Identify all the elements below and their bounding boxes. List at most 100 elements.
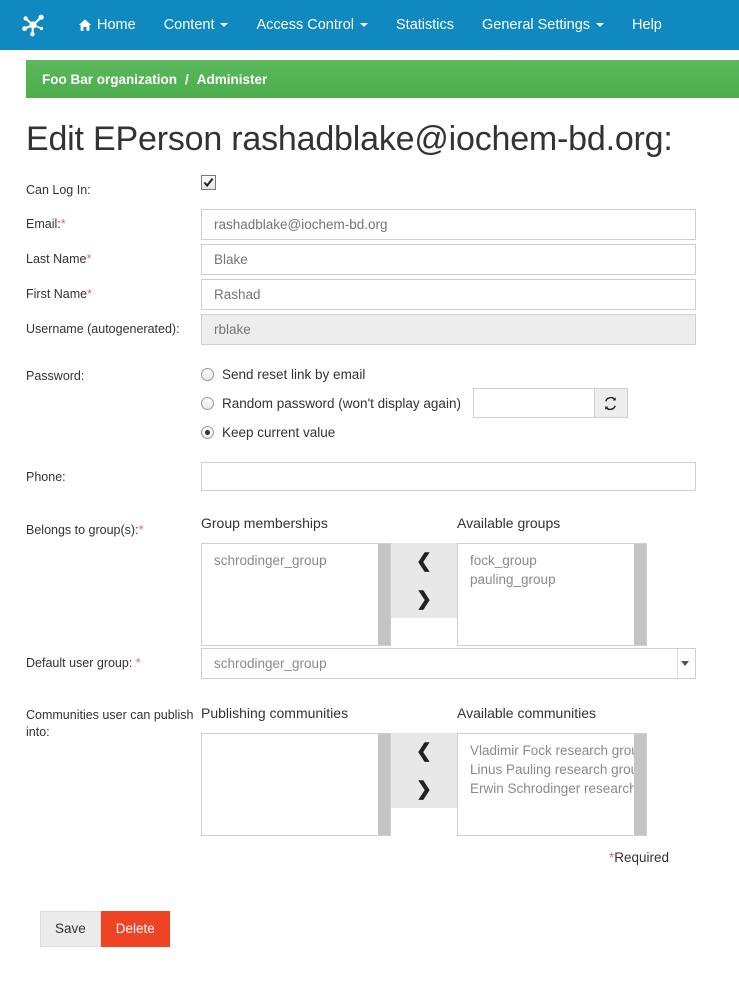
nav-item-access-control[interactable]: Access Control bbox=[242, 0, 382, 50]
scrollbar[interactable] bbox=[634, 543, 646, 645]
chevron-left-icon[interactable]: ❮ bbox=[410, 550, 438, 573]
nav-item-statistics[interactable]: Statistics bbox=[382, 0, 468, 50]
groups-dual-list-picker: Group memberships schrodinger_group ❮ ❯ … bbox=[201, 515, 713, 646]
nav-item-general-settings-label: General Settings bbox=[482, 17, 591, 33]
chevron-right-icon[interactable]: ❯ bbox=[410, 778, 438, 801]
radio-keep-current-label: Keep current value bbox=[222, 424, 336, 440]
nav-item-content-label: Content bbox=[163, 17, 215, 33]
chevron-left-icon[interactable]: ❮ bbox=[410, 740, 438, 763]
publishing-communities-listbox[interactable] bbox=[201, 732, 391, 836]
last-name-input[interactable] bbox=[201, 243, 696, 275]
required-note-text: Required bbox=[614, 849, 669, 865]
chevron-down-icon bbox=[360, 23, 368, 27]
required-star: * bbox=[135, 655, 141, 670]
password-option-reset-link[interactable]: Send reset link by email bbox=[201, 361, 713, 388]
scrollbar[interactable] bbox=[634, 733, 646, 835]
first-name-label: First Name* bbox=[26, 279, 201, 303]
list-item[interactable]: Linus Pauling research group bbox=[458, 760, 646, 779]
refresh-icon[interactable] bbox=[594, 388, 628, 419]
scrollbar[interactable] bbox=[378, 543, 390, 645]
default-user-group-select[interactable]: schrodinger_group bbox=[201, 647, 696, 679]
radio-random-password[interactable] bbox=[201, 396, 214, 410]
password-option-keep[interactable]: Keep current value bbox=[201, 419, 713, 446]
group-memberships-listbox[interactable]: schrodinger_group bbox=[201, 542, 391, 646]
random-password-input[interactable] bbox=[472, 388, 595, 419]
radio-reset-link-label: Send reset link by email bbox=[222, 366, 366, 382]
email-label-text: Email: bbox=[26, 216, 61, 231]
available-communities-column: Available communities Vladimir Fock rese… bbox=[457, 705, 647, 836]
last-name-label-text: Last Name bbox=[26, 251, 87, 266]
email-input[interactable] bbox=[201, 208, 696, 240]
available-groups-column: Available groups fock_group pauling_grou… bbox=[457, 515, 647, 646]
chevron-down-icon bbox=[681, 661, 689, 667]
field-row-first-name: First Name* bbox=[26, 278, 713, 310]
last-name-label: Last Name* bbox=[26, 244, 201, 268]
publishing-communities-header: Publishing communities bbox=[201, 704, 349, 721]
groups-label: Belongs to group(s):* bbox=[26, 515, 201, 539]
molecule-logo-icon[interactable] bbox=[18, 10, 48, 40]
chevron-down-icon bbox=[596, 23, 605, 27]
field-row-default-group: Default user group: * schrodinger_group bbox=[26, 647, 713, 679]
phone-input[interactable] bbox=[201, 461, 696, 491]
list-item[interactable]: pauling_group bbox=[458, 570, 646, 589]
nav-item-home[interactable]: Home bbox=[64, 0, 150, 50]
nav-menu: Home Content Access Control Statistics G… bbox=[64, 0, 676, 50]
nav-item-content[interactable]: Content bbox=[150, 0, 243, 50]
page-title: Edit EPerson rashadblake@iochem-bd.org: bbox=[26, 120, 673, 158]
required-star: * bbox=[138, 522, 144, 537]
username-label: Username (autogenerated): bbox=[26, 321, 180, 336]
breadcrumb-current: Administer bbox=[196, 71, 268, 87]
radio-reset-link[interactable] bbox=[201, 367, 214, 381]
default-user-group-value: schrodinger_group bbox=[214, 655, 327, 671]
communities-dual-list-picker: Publishing communities ❮ ❯ Available com… bbox=[201, 705, 713, 836]
first-name-input[interactable] bbox=[201, 278, 696, 310]
field-row-phone: Phone: bbox=[26, 461, 713, 491]
delete-button[interactable]: Delete bbox=[100, 910, 170, 947]
breadcrumb-root-link[interactable]: Foo Bar organization bbox=[42, 72, 177, 87]
field-row-last-name: Last Name* bbox=[26, 243, 713, 275]
radio-random-password-label: Random password (won't display again) bbox=[222, 395, 461, 411]
top-navigation-bar: Home Content Access Control Statistics G… bbox=[0, 0, 739, 50]
publishing-communities-column: Publishing communities bbox=[201, 705, 391, 836]
main-content: Edit EPerson rashadblake@iochem-bd.org: … bbox=[0, 98, 739, 947]
required-note: *Required bbox=[26, 850, 713, 865]
nav-item-help[interactable]: Help bbox=[618, 0, 676, 50]
available-communities-header: Available communities bbox=[457, 704, 597, 721]
group-memberships-column: Group memberships schrodinger_group bbox=[201, 515, 391, 646]
radio-keep-current[interactable] bbox=[201, 425, 214, 439]
available-communities-listbox[interactable]: Vladimir Fock research group Linus Pauli… bbox=[457, 732, 647, 836]
phone-label: Phone: bbox=[26, 469, 66, 484]
password-option-random[interactable]: Random password (won't display again) bbox=[201, 388, 713, 419]
nav-item-access-control-label: Access Control bbox=[256, 17, 354, 33]
can-login-checkbox[interactable] bbox=[201, 175, 216, 191]
scrollbar[interactable] bbox=[378, 733, 390, 835]
communities-transfer-controls: ❮ ❯ bbox=[391, 705, 457, 808]
breadcrumb-separator: / bbox=[185, 71, 189, 87]
field-row-groups: Belongs to group(s):* Group memberships … bbox=[26, 515, 713, 646]
chevron-down-icon bbox=[220, 23, 229, 27]
communities-label: Communities user can publish into: bbox=[26, 707, 194, 739]
field-row-username: Username (autogenerated): bbox=[26, 313, 713, 345]
available-groups-listbox[interactable]: fock_group pauling_group bbox=[457, 542, 647, 646]
default-group-label-text: Default user group: bbox=[26, 655, 133, 670]
list-item[interactable]: Erwin Schrodinger research group bbox=[458, 779, 646, 798]
breadcrumb: Foo Bar organization / Administer bbox=[26, 60, 739, 98]
form-actions: Save Delete bbox=[26, 910, 713, 947]
first-name-label-text: First Name bbox=[26, 286, 88, 301]
nav-item-home-label: Home bbox=[97, 17, 136, 33]
groups-transfer-controls: ❮ ❯ bbox=[391, 515, 457, 618]
can-login-label: Can Log In: bbox=[26, 183, 91, 198]
chevron-right-icon[interactable]: ❯ bbox=[410, 588, 438, 611]
available-groups-header: Available groups bbox=[457, 514, 561, 531]
checkmark-icon bbox=[203, 178, 214, 188]
list-item[interactable]: fock_group bbox=[458, 551, 646, 570]
list-item[interactable]: schrodinger_group bbox=[202, 551, 390, 570]
field-row-password: Password: Send reset link by email Rando… bbox=[26, 361, 713, 448]
list-item[interactable]: Vladimir Fock research group bbox=[458, 741, 646, 760]
group-memberships-header: Group memberships bbox=[201, 514, 328, 531]
required-star: * bbox=[60, 216, 66, 231]
nav-item-general-settings[interactable]: General Settings bbox=[468, 0, 618, 50]
field-row-communities: Communities user can publish into: Publi… bbox=[26, 705, 713, 836]
save-button[interactable]: Save bbox=[40, 910, 101, 947]
field-row-email: Email:* bbox=[26, 208, 713, 240]
